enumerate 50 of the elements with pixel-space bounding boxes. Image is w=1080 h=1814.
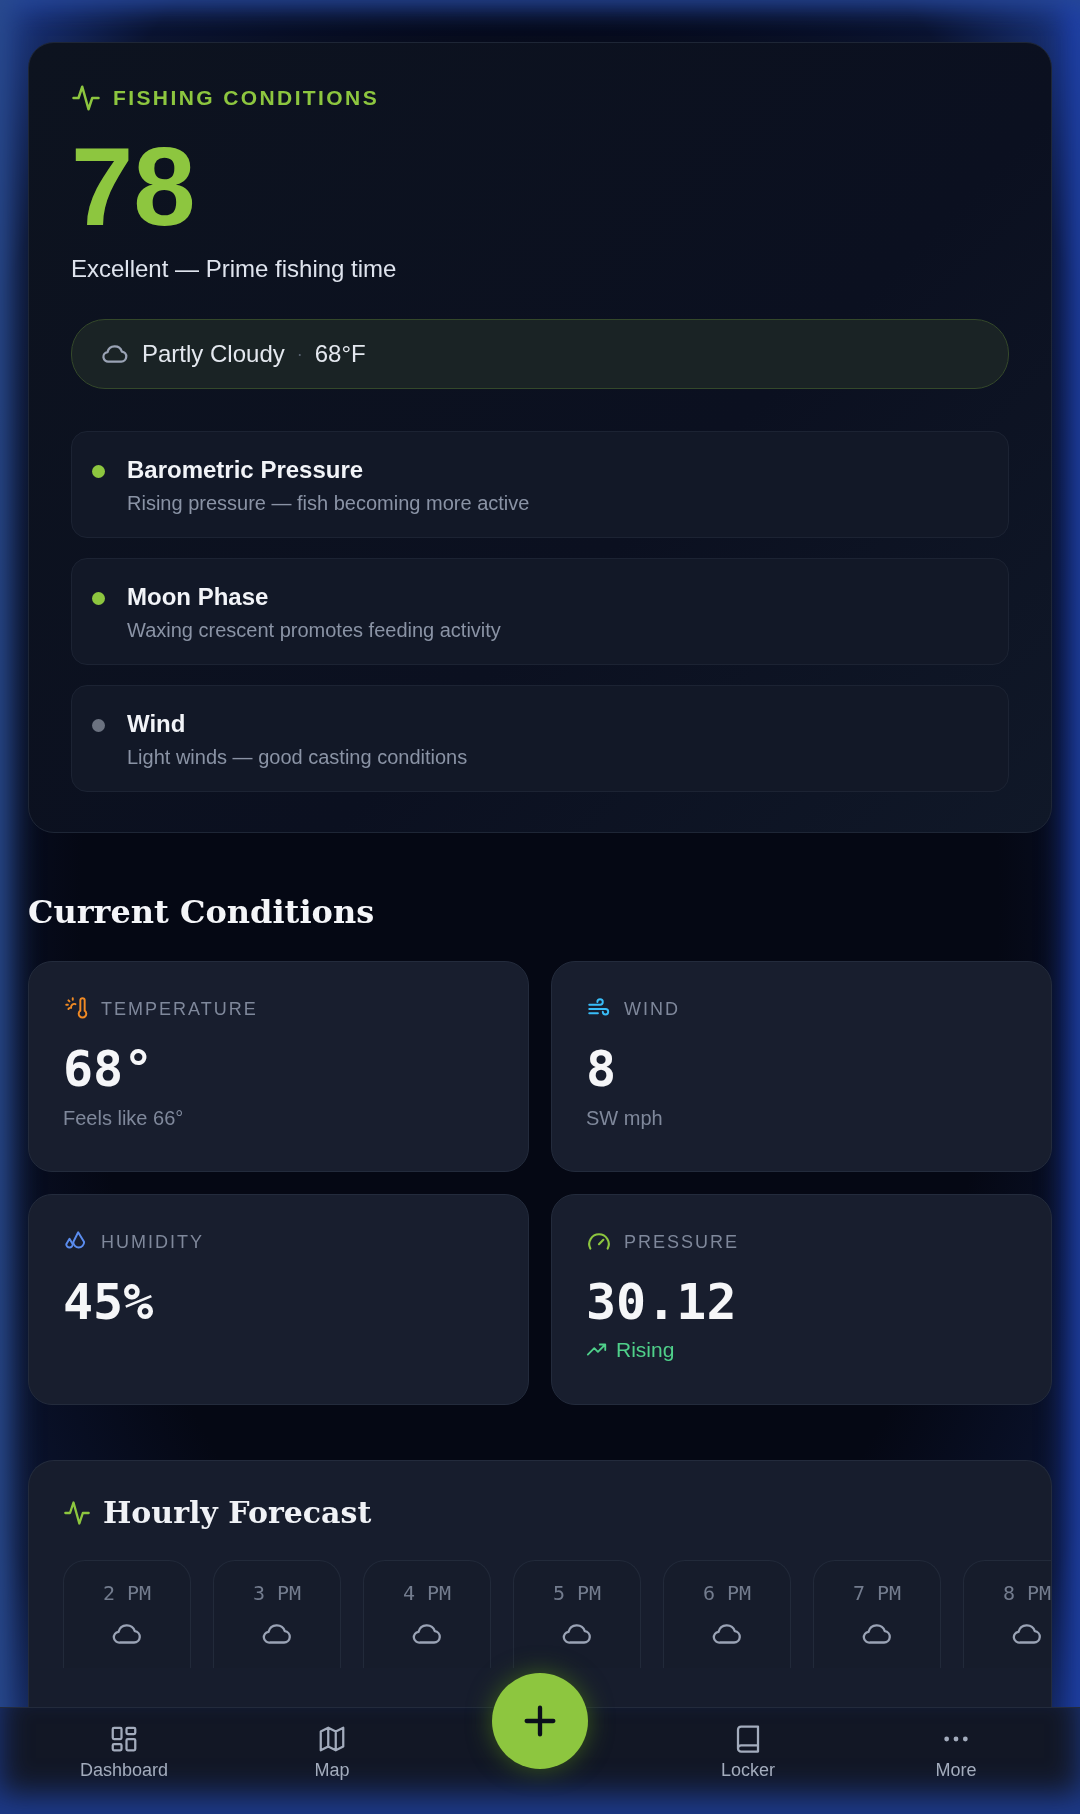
hour-time: 2 PM bbox=[102, 1581, 152, 1605]
factor-detail: Light winds — good casting conditions bbox=[127, 746, 468, 769]
hour-tile[interactable]: 4 PM bbox=[363, 1560, 491, 1668]
hour-time: 7 PM bbox=[852, 1581, 902, 1605]
card-value: 68° bbox=[63, 1042, 155, 1097]
dashboard-tab[interactable]: Dashboard bbox=[49, 1708, 199, 1781]
map-tab[interactable]: Map bbox=[257, 1708, 407, 1781]
card-label: TEMPERATURE bbox=[101, 998, 258, 1020]
dashboard-icon bbox=[109, 1724, 139, 1754]
add-button[interactable] bbox=[492, 1673, 588, 1769]
score-summary: Excellent — Prime fishing time bbox=[71, 255, 398, 283]
separator-dot: · bbox=[296, 343, 303, 365]
score-value: 78 bbox=[71, 131, 197, 243]
hour-tile[interactable]: 5 PM bbox=[513, 1560, 641, 1668]
pulse-icon bbox=[71, 83, 101, 113]
factor-title: Barometric Pressure bbox=[127, 456, 365, 484]
section-heading: Current Conditions bbox=[28, 893, 376, 931]
more-icon bbox=[944, 1736, 968, 1742]
card-label: HUMIDITY bbox=[101, 1231, 204, 1253]
card-label: WIND bbox=[624, 998, 680, 1020]
trend-text: Rising bbox=[616, 1338, 675, 1362]
hour-time: 3 PM bbox=[252, 1581, 302, 1605]
hour-time: 4 PM bbox=[402, 1581, 452, 1605]
hour-tile[interactable]: 6 PM bbox=[663, 1560, 791, 1668]
weather-condition: Partly Cloudy bbox=[142, 340, 285, 368]
hour-tile[interactable]: 3 PM bbox=[213, 1560, 341, 1668]
factor-title: Moon Phase bbox=[127, 583, 270, 611]
locker-tab[interactable]: Locker bbox=[673, 1708, 823, 1781]
card-value: 8 bbox=[586, 1042, 618, 1097]
factor-detail: Rising pressure — fish becoming more active bbox=[127, 492, 530, 515]
thermometer-sun-icon bbox=[63, 996, 89, 1022]
hour-tile[interactable]: 7 PM bbox=[813, 1560, 941, 1668]
card-note: SW mph bbox=[586, 1107, 664, 1130]
card-value: 30.12 bbox=[586, 1275, 738, 1330]
more-tab[interactable]: More bbox=[881, 1708, 1031, 1781]
map-icon bbox=[317, 1724, 347, 1754]
hour-tile[interactable]: 2 PM bbox=[63, 1560, 191, 1668]
hour-time: 6 PM bbox=[702, 1581, 752, 1605]
pulse-icon bbox=[63, 1498, 91, 1527]
weather-temperature: 68°F bbox=[314, 340, 366, 368]
card-note: Feels like 66° bbox=[63, 1107, 185, 1130]
card-title: Hourly Forecast bbox=[103, 1495, 372, 1530]
hour-time: 8 PM bbox=[1002, 1581, 1051, 1605]
section-label: FISHING CONDITIONS bbox=[113, 86, 380, 110]
factor-title: Wind bbox=[127, 710, 187, 738]
card-value: 45% bbox=[63, 1275, 155, 1330]
card-label: PRESSURE bbox=[624, 1231, 740, 1253]
hour-tile[interactable]: 8 PM bbox=[963, 1560, 1051, 1668]
hour-time: 5 PM bbox=[552, 1581, 602, 1605]
factor-detail: Waxing crescent promotes feeding activity bbox=[127, 619, 501, 642]
